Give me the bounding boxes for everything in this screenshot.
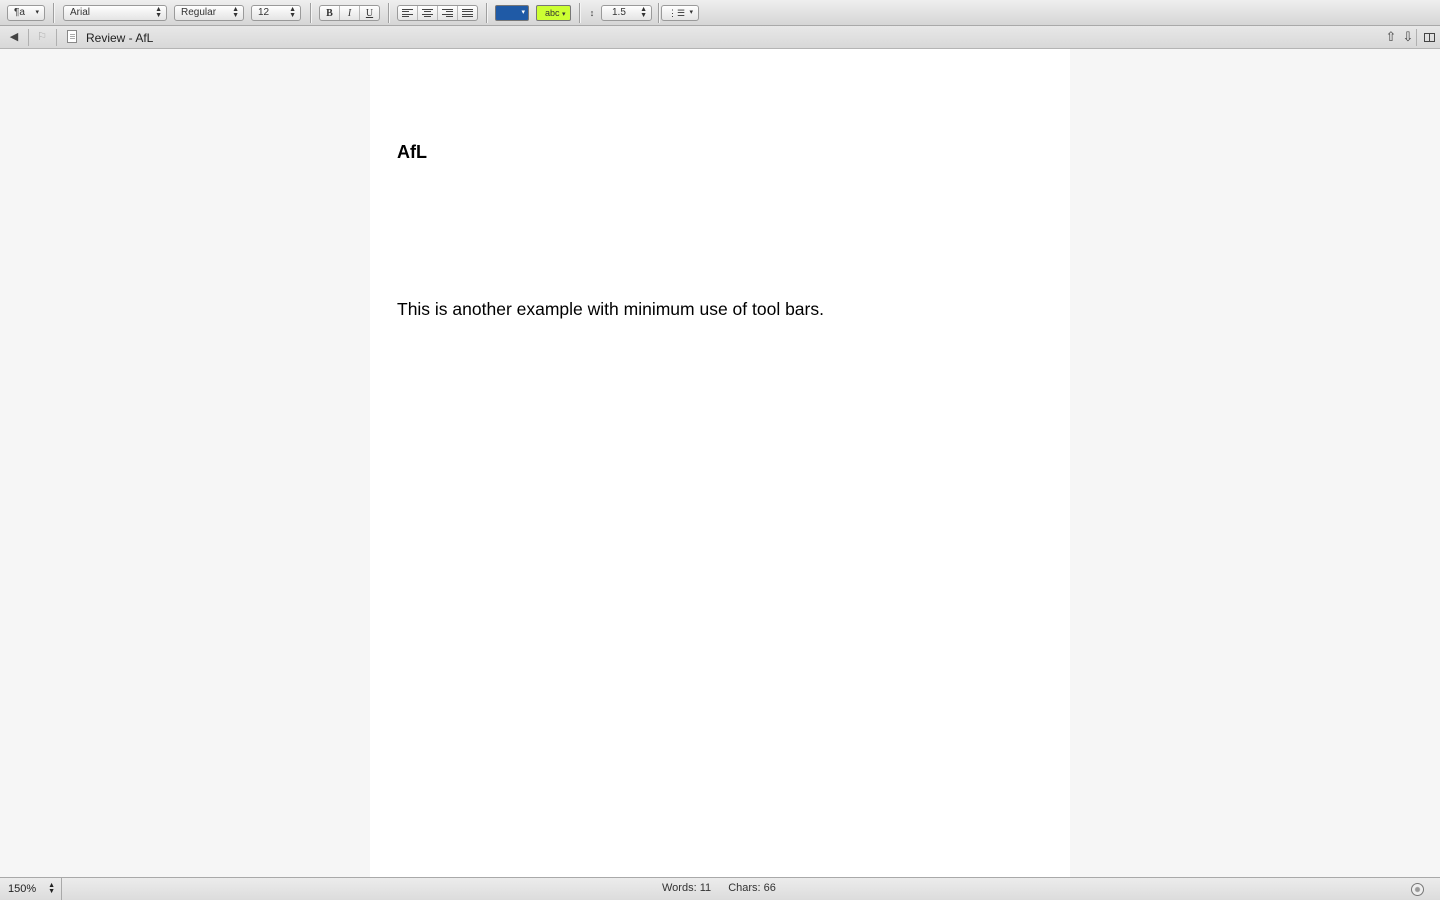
- bold-button[interactable]: B: [320, 6, 340, 20]
- stepper-arrows-icon: ▲ ▼: [232, 6, 239, 19]
- forward-flag-icon[interactable]: ⚐: [34, 29, 50, 45]
- char-count: Chars: 66: [728, 882, 776, 894]
- underline-button[interactable]: U: [360, 6, 379, 20]
- document-heading[interactable]: AfL: [397, 142, 427, 163]
- chevron-down-icon: ▾: [35, 9, 39, 16]
- document-page[interactable]: AfL This is another example with minimum…: [370, 49, 1070, 877]
- align-justify-button[interactable]: [458, 6, 477, 20]
- document-counts: Words: 11 Chars: 66: [662, 882, 790, 894]
- stepper-arrows-icon: ▲ ▼: [155, 6, 162, 19]
- text-color-well[interactable]: ▾: [495, 5, 529, 21]
- status-bar: 150% ▲ ▼ Words: 11 Chars: 66: [0, 877, 1440, 900]
- document-title: Review - AfL: [86, 31, 154, 45]
- toolbar-separator: [579, 3, 580, 23]
- nav-divider: [56, 29, 57, 46]
- list-bullets-icon: ⋮☰: [668, 8, 686, 18]
- chevron-down-icon: ▾: [689, 9, 693, 16]
- stepper-arrows-icon: ▲ ▼: [289, 6, 296, 19]
- font-size-popup[interactable]: 12 ▲ ▼: [251, 5, 301, 21]
- align-center-icon: [422, 8, 433, 18]
- italic-button[interactable]: I: [340, 6, 360, 20]
- align-center-button[interactable]: [418, 6, 438, 20]
- alignment-buttons: [397, 5, 478, 21]
- text-style-buttons: B I U: [319, 5, 380, 21]
- word-count: Words: 11: [662, 882, 712, 894]
- font-style-label: Regular: [181, 7, 217, 18]
- align-right-button[interactable]: [438, 6, 458, 20]
- stepper-arrows-icon: ▲ ▼: [640, 6, 647, 19]
- toolbar-separator: [310, 3, 311, 23]
- highlight-label: abc: [545, 8, 560, 18]
- paragraph-style-label: ¶a: [14, 7, 25, 18]
- toolbar-separator: [486, 3, 487, 23]
- split-view-icon[interactable]: [1421, 29, 1437, 45]
- list-style-popup[interactable]: ⋮☰ ▾: [661, 5, 699, 21]
- line-spacing-popup[interactable]: 1.5 ▲ ▼: [601, 5, 652, 21]
- download-icon[interactable]: ⇩: [1400, 29, 1416, 45]
- toolbar-separator: [658, 3, 659, 23]
- document-icon: [67, 30, 77, 43]
- highlight-color-well[interactable]: abc ▾: [536, 5, 571, 21]
- zoom-popup[interactable]: 150% ▲ ▼: [0, 878, 62, 900]
- font-size-label: 12: [258, 7, 270, 18]
- chevron-down-icon: ▾: [562, 11, 566, 18]
- align-right-icon: [442, 8, 453, 18]
- line-spacing-icon: ↕: [589, 8, 595, 18]
- line-spacing-label: 1.5: [612, 7, 626, 18]
- format-toolbar: ¶a ▾ Arial ▲▼ Regular ▲▼ 12 ▲▼ B I U: [0, 0, 1440, 26]
- nav-divider: [28, 29, 29, 46]
- underline-label: U: [365, 7, 374, 19]
- back-arrow-icon[interactable]: ◀: [6, 29, 22, 45]
- bold-label: B: [326, 7, 333, 19]
- align-left-button[interactable]: [398, 6, 418, 20]
- font-style-popup[interactable]: Regular ▲ ▼: [174, 5, 244, 21]
- font-family-label: Arial: [70, 7, 91, 18]
- paragraph-style-popup[interactable]: ¶a ▾: [7, 5, 45, 21]
- toolbar-separator: [388, 3, 389, 23]
- navigation-bar: ◀ ⚐ ⇧ ⇩: [0, 26, 1440, 49]
- font-family-popup[interactable]: Arial ▲ ▼: [63, 5, 167, 21]
- stepper-arrows-icon: ▲ ▼: [48, 882, 55, 895]
- chevron-down-icon: ▾: [521, 9, 525, 16]
- align-justify-icon: [462, 8, 473, 18]
- nav-divider: [1416, 29, 1417, 46]
- align-left-icon: [402, 8, 413, 18]
- upload-icon[interactable]: ⇧: [1383, 29, 1399, 45]
- sync-status-icon[interactable]: [1411, 883, 1424, 896]
- toolbar-separator: [53, 3, 54, 23]
- italic-label: I: [347, 7, 352, 19]
- document-paragraph[interactable]: This is another example with minimum use…: [397, 299, 824, 320]
- zoom-label: 150%: [8, 883, 37, 895]
